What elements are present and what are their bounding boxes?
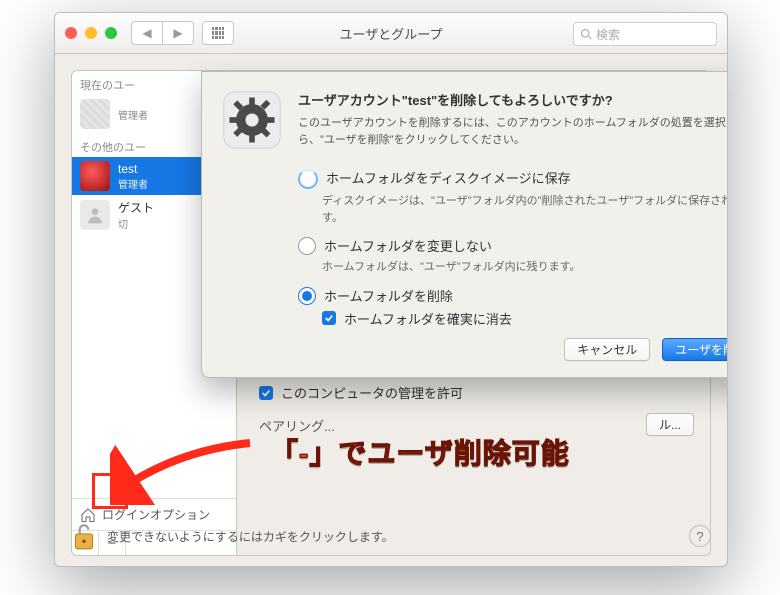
allow-admin-row: このコンピュータの管理を許可 — [259, 383, 463, 402]
opt-delete-home[interactable]: ホームフォルダを削除 — [298, 286, 728, 305]
titlebar: ◀ ▶ ユーザとグループ 検索 — [55, 13, 727, 54]
cancel-button[interactable]: キャンセル — [564, 338, 650, 361]
minimize-icon[interactable] — [85, 27, 97, 39]
search-icon — [580, 28, 592, 40]
user-role: 管理者 — [118, 176, 148, 191]
secure-erase-row: ホームフォルダを確実に消去 — [322, 309, 728, 328]
avatar — [80, 161, 110, 191]
sheet-title: ユーザアカウント"test"を削除してもよろしいですか? — [298, 90, 728, 109]
search-placeholder: 検索 — [596, 26, 620, 43]
opt-save-image[interactable]: ホームフォルダをディスクイメージに保存 — [298, 168, 728, 189]
allow-admin-label: このコンピュータの管理を許可 — [281, 383, 463, 402]
unlock-icon[interactable] — [71, 520, 97, 552]
opt-label: ホームフォルダを変更しない — [324, 236, 492, 255]
nav-segment: ◀ ▶ — [131, 21, 194, 45]
lock-text: 変更できないようにするにはカギをクリックします。 — [107, 528, 679, 545]
opt-keep-home[interactable]: ホームフォルダを変更しない — [298, 236, 728, 255]
lock-row: 変更できないようにするにはカギをクリックします。 ? — [71, 520, 711, 552]
radio-icon — [298, 237, 316, 255]
show-all-button[interactable] — [202, 21, 234, 45]
avatar — [80, 99, 110, 129]
gear-icon — [222, 90, 282, 150]
forward-button[interactable]: ▶ — [163, 21, 194, 45]
user-role: 管理者 — [118, 107, 148, 122]
allow-admin-checkbox[interactable] — [259, 386, 273, 400]
back-button[interactable]: ◀ — [131, 21, 163, 45]
zoom-icon[interactable] — [105, 27, 117, 39]
pairing-label: ペアリング... — [259, 416, 335, 435]
grid-icon — [212, 27, 224, 39]
radio-icon — [298, 287, 316, 305]
help-button[interactable]: ? — [689, 525, 711, 547]
prefpane-window: ◀ ▶ ユーザとグループ 検索 現在のユー — [54, 12, 728, 567]
delete-user-sheet: ユーザアカウント"test"を削除してもよろしいですか? このユーザアカウントを… — [201, 71, 728, 378]
person-icon — [85, 205, 105, 225]
close-icon[interactable] — [65, 27, 77, 39]
user-role: 切 — [118, 216, 154, 231]
traffic-lights — [65, 27, 117, 39]
user-name: test — [118, 162, 148, 176]
opt-sub: ディスクイメージは、"ユーザ"フォルダ内の"削除されたユーザ"フォルダに保存され… — [322, 193, 728, 226]
opt-sub: ホームフォルダは、"ユーザ"フォルダ内に残ります。 — [322, 259, 728, 276]
open-button-2[interactable]: ル... — [646, 413, 694, 436]
sheet-desc: このユーザアカウントを削除するには、このアカウントのホームフォルダの処置を選択し… — [298, 115, 728, 148]
avatar — [80, 200, 110, 230]
radio-icon — [298, 169, 318, 189]
opt-label: ホームフォルダをディスクイメージに保存 — [326, 168, 571, 187]
secure-erase-checkbox[interactable] — [322, 311, 336, 325]
opt-label: ホームフォルダを削除 — [324, 286, 453, 305]
secure-erase-label: ホームフォルダを確実に消去 — [344, 309, 512, 328]
search-field[interactable]: 検索 — [573, 22, 717, 46]
delete-user-button[interactable]: ユーザを削除 — [662, 338, 728, 361]
user-name: ゲスト — [118, 199, 154, 216]
